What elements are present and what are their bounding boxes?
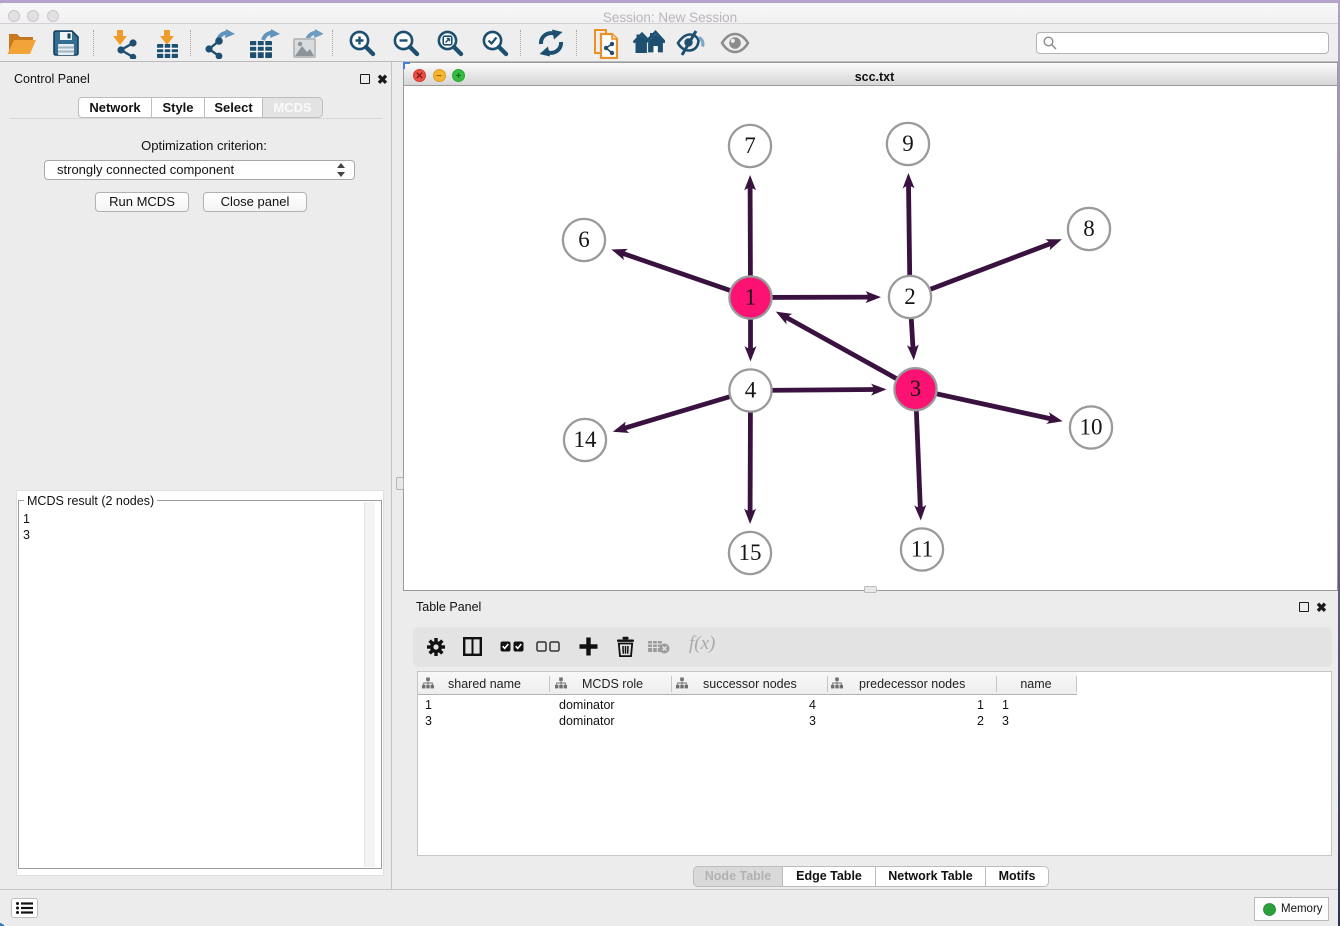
svg-text:2: 2 <box>904 284 916 309</box>
svg-text:10: 10 <box>1080 415 1103 440</box>
svg-text:4: 4 <box>745 378 757 403</box>
svg-text:9: 9 <box>902 131 914 156</box>
svg-text:7: 7 <box>744 133 756 158</box>
svg-text:6: 6 <box>578 227 590 252</box>
svg-text:1: 1 <box>745 285 757 310</box>
svg-text:15: 15 <box>739 540 762 565</box>
svg-text:14: 14 <box>574 427 598 452</box>
svg-text:11: 11 <box>911 537 933 562</box>
svg-text:8: 8 <box>1083 216 1095 241</box>
svg-text:3: 3 <box>910 376 922 401</box>
